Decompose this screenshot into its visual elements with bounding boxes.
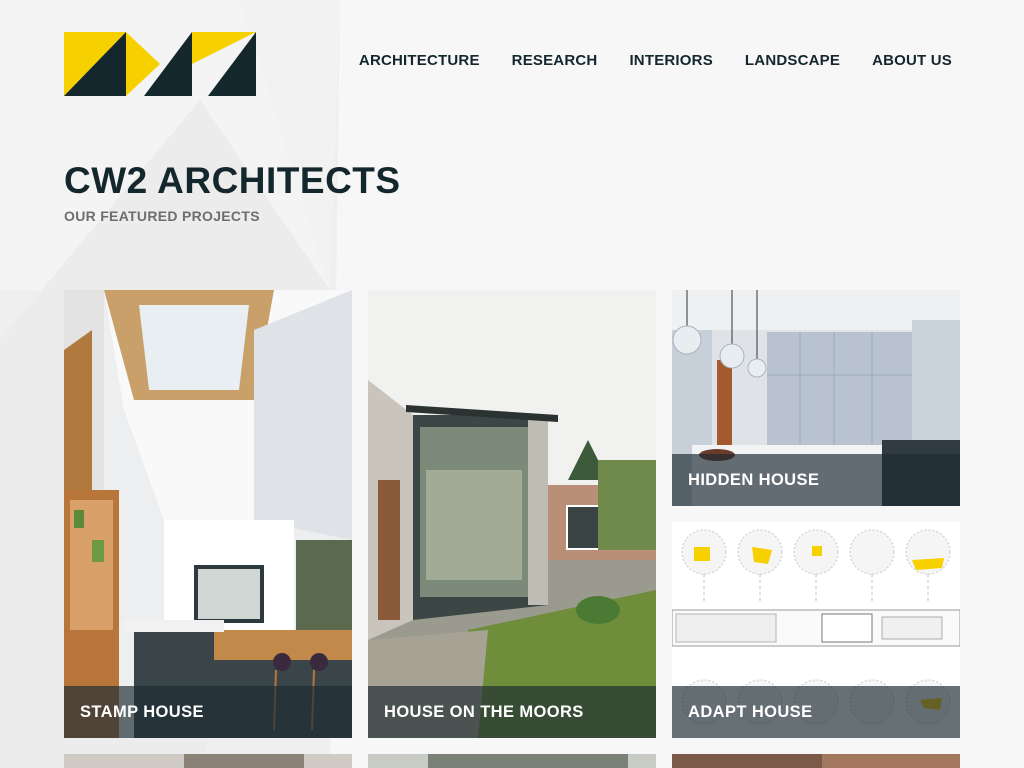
nav-architecture[interactable]: ARCHITECTURE bbox=[359, 52, 480, 69]
nav-about-us[interactable]: ABOUT US bbox=[872, 52, 952, 69]
project-title: STAMP HOUSE bbox=[80, 702, 204, 721]
site-header: ARCHITECTURE RESEARCH INTERIORS LANDSCAP… bbox=[64, 32, 960, 96]
project-image-stamp-house bbox=[64, 290, 352, 738]
project-tile-hidden-house[interactable]: HIDDEN HOUSE bbox=[672, 290, 960, 506]
nav-interiors[interactable]: INTERIORS bbox=[629, 52, 712, 69]
project-caption: STAMP HOUSE bbox=[64, 686, 352, 738]
project-tile-adapt-house[interactable]: ADAPT HOUSE bbox=[672, 522, 960, 738]
project-tile-partial[interactable] bbox=[368, 754, 656, 768]
project-image-partial bbox=[368, 754, 656, 768]
project-image-house-on-the-moors bbox=[368, 290, 656, 738]
project-image-partial bbox=[64, 754, 352, 768]
project-tile-partial[interactable] bbox=[64, 754, 352, 768]
nav-research[interactable]: RESEARCH bbox=[512, 52, 598, 69]
project-title: HOUSE ON THE MOORS bbox=[384, 702, 584, 721]
main-nav: ARCHITECTURE RESEARCH INTERIORS LANDSCAP… bbox=[359, 52, 952, 69]
site-logo[interactable] bbox=[64, 32, 256, 96]
project-tile-stamp-house[interactable]: STAMP HOUSE bbox=[64, 290, 352, 738]
project-tile-house-on-the-moors[interactable]: HOUSE ON THE MOORS bbox=[368, 290, 656, 738]
project-tile-partial[interactable] bbox=[672, 754, 960, 768]
project-title: ADAPT HOUSE bbox=[688, 702, 813, 721]
project-image-partial bbox=[672, 754, 960, 768]
page-subtitle: OUR FEATURED PROJECTS bbox=[64, 208, 260, 224]
hero: CW2 ARCHITECTS OUR FEATURED PROJECTS bbox=[64, 160, 401, 224]
page-title: CW2 ARCHITECTS bbox=[64, 160, 401, 201]
project-caption: HIDDEN HOUSE bbox=[672, 454, 960, 506]
project-caption: ADAPT HOUSE bbox=[672, 686, 960, 738]
nav-landscape[interactable]: LANDSCAPE bbox=[745, 52, 840, 69]
project-title: HIDDEN HOUSE bbox=[688, 470, 820, 489]
project-caption: HOUSE ON THE MOORS bbox=[368, 686, 656, 738]
